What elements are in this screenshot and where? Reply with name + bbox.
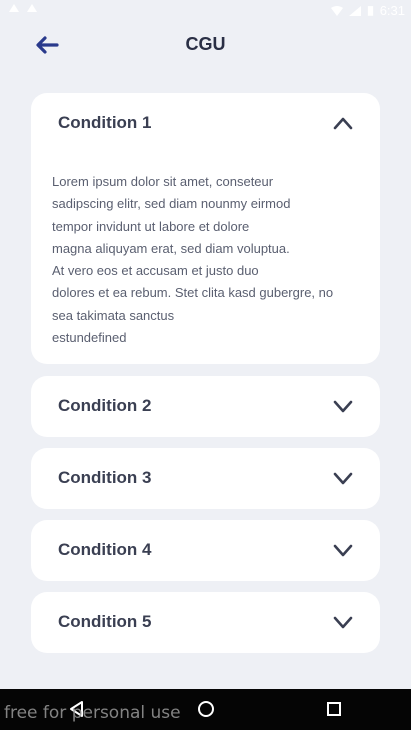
wifi-icon bbox=[330, 5, 343, 16]
condition-title: Condition 5 bbox=[58, 612, 152, 631]
condition-header-5[interactable]: Condition 5 bbox=[31, 592, 380, 653]
condition-header-1[interactable]: Condition 1 bbox=[31, 93, 380, 154]
condition-title: Condition 3 bbox=[58, 468, 152, 487]
chevron-down-icon bbox=[333, 544, 353, 557]
chevron-up-icon bbox=[333, 117, 353, 130]
chevron-down-icon bbox=[333, 616, 353, 629]
nav-home-button[interactable] bbox=[194, 697, 218, 721]
condition-card-5: Condition 5 bbox=[31, 592, 380, 653]
watermark-text: free for personal use bbox=[4, 703, 181, 723]
condition-title: Condition 2 bbox=[58, 396, 152, 415]
signal-icon bbox=[9, 4, 19, 12]
status-right-icons: 6:31 bbox=[330, 3, 405, 18]
condition-card-3: Condition 3 bbox=[31, 448, 380, 509]
condition-card-4: Condition 4 bbox=[31, 520, 380, 581]
condition-card-2: Condition 2 bbox=[31, 376, 380, 437]
body-line: Lorem ipsum dolor sit amet, conseteur bbox=[52, 174, 274, 189]
chevron-down-icon bbox=[333, 472, 353, 485]
condition-header-4[interactable]: Condition 4 bbox=[31, 520, 380, 581]
circle-home-icon bbox=[198, 701, 214, 717]
body-line: estundefined bbox=[52, 330, 127, 346]
status-time: 6:31 bbox=[379, 3, 405, 18]
status-left-icons bbox=[8, 3, 38, 13]
warning-icon bbox=[27, 4, 37, 12]
body-line: At vero eos et accusam et justo duo bbox=[52, 263, 259, 279]
battery-icon bbox=[367, 6, 373, 16]
condition-header-3[interactable]: Condition 3 bbox=[31, 448, 380, 509]
condition-title: Condition 1 bbox=[58, 113, 152, 132]
body-line: sadipscing elitr, sed diam nounmy eirmod bbox=[52, 196, 291, 212]
body-line: sea takimata sanctus bbox=[52, 307, 175, 323]
page-title: CGU bbox=[185, 34, 226, 54]
cell-icon bbox=[348, 5, 361, 16]
header: CGU bbox=[0, 24, 411, 68]
condition-title: Condition 4 bbox=[58, 540, 152, 559]
status-bar: 6:31 bbox=[0, 0, 411, 24]
condition-body-1: Lorem ipsum dolor sit amet, conseteur sa… bbox=[52, 171, 352, 349]
body-line: dolores et ea rebum. Stet clita kasd gub… bbox=[52, 285, 334, 301]
body-line: magna aliquyam erat, sed diam voluptua. bbox=[52, 240, 290, 256]
condition-header-2[interactable]: Condition 2 bbox=[31, 376, 380, 437]
chevron-down-icon bbox=[333, 400, 353, 413]
square-recents-icon bbox=[327, 702, 341, 716]
body-line: tempor invidunt ut labore et dolore bbox=[52, 218, 250, 234]
nav-recents-button[interactable] bbox=[322, 697, 346, 721]
condition-card-1: Condition 1 Lorem ipsum dolor sit amet, … bbox=[31, 93, 380, 364]
